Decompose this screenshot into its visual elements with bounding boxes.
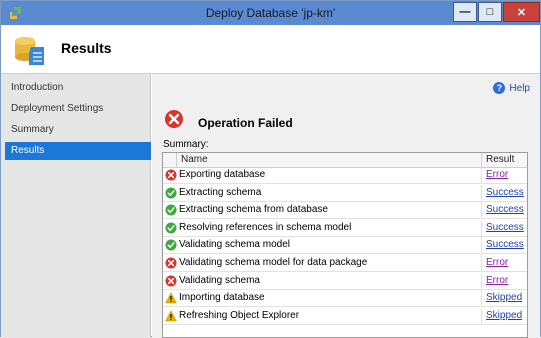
- deploy-database-window: Deploy Database 'jp-km' — □ ✕ Results In…: [0, 0, 541, 338]
- row-name: Extracting schema: [179, 186, 262, 198]
- table-row[interactable]: Validating schema model for data package…: [163, 255, 527, 272]
- result-link[interactable]: Error: [481, 167, 527, 183]
- row-name: Validating schema model: [179, 239, 290, 251]
- row-name: Refreshing Object Explorer: [179, 309, 300, 321]
- table-row[interactable]: Extracting schema Success: [163, 184, 527, 202]
- help-link[interactable]: ? Help: [493, 82, 530, 94]
- error-icon: [165, 275, 177, 287]
- row-name: Exporting database: [179, 169, 266, 180]
- warning-icon: [165, 292, 177, 304]
- row-name: Resolving references in schema model: [179, 221, 352, 233]
- page-title: Results: [61, 40, 112, 56]
- row-name: Extracting schema from database: [179, 204, 328, 216]
- error-icon: [165, 110, 183, 128]
- column-header-result[interactable]: Result: [481, 153, 527, 167]
- sidebar-item-introduction[interactable]: Introduction: [5, 79, 151, 97]
- minimize-button[interactable]: —: [453, 2, 477, 22]
- result-link[interactable]: Skipped: [481, 307, 527, 324]
- row-name: Validating schema: [179, 274, 260, 286]
- success-check-icon: [165, 239, 177, 251]
- page-header: Results: [1, 25, 540, 74]
- table-row[interactable]: Validating schema model Success: [163, 237, 527, 255]
- success-check-icon: [165, 187, 177, 199]
- column-header-name[interactable]: Name: [181, 153, 208, 167]
- close-button[interactable]: ✕: [503, 2, 540, 22]
- result-link[interactable]: Error: [481, 255, 527, 271]
- success-check-icon: [165, 222, 177, 234]
- warning-icon: [165, 310, 177, 322]
- result-link[interactable]: Success: [481, 184, 527, 201]
- result-link[interactable]: Success: [481, 237, 527, 254]
- results-table: Name Result Exporting database Error Extra…: [162, 152, 528, 338]
- table-row[interactable]: Validating schema Error: [163, 272, 527, 290]
- table-row[interactable]: Resolving references in schema model Succ…: [163, 219, 527, 237]
- sidebar: Introduction Deployment Settings Summary…: [1, 74, 151, 338]
- title-bar[interactable]: Deploy Database 'jp-km' — □ ✕: [1, 1, 540, 25]
- sidebar-item-results[interactable]: Results: [5, 142, 151, 160]
- row-selector-header: [163, 153, 177, 167]
- help-icon: ?: [493, 82, 506, 94]
- row-name: Importing database: [179, 292, 265, 304]
- database-deploy-icon: [15, 37, 44, 65]
- success-check-icon: [165, 204, 177, 216]
- maximize-button[interactable]: □: [478, 2, 502, 22]
- help-label: Help: [509, 82, 530, 94]
- table-row[interactable]: Importing database Skipped: [163, 290, 527, 308]
- error-icon: [165, 169, 177, 181]
- summary-label: Summary:: [163, 139, 209, 150]
- sidebar-item-deployment-settings[interactable]: Deployment Settings: [5, 100, 151, 118]
- sidebar-item-summary[interactable]: Summary: [5, 121, 151, 139]
- error-icon: [165, 257, 177, 269]
- table-row[interactable]: Refreshing Object Explorer Skipped: [163, 307, 527, 325]
- result-link[interactable]: Success: [481, 219, 527, 236]
- table-row[interactable]: Exporting database Error: [163, 167, 527, 184]
- result-link[interactable]: Success: [481, 202, 527, 219]
- result-link[interactable]: Error: [481, 272, 527, 289]
- result-link[interactable]: Skipped: [481, 290, 527, 307]
- table-row[interactable]: Extracting schema from database Success: [163, 202, 527, 220]
- results-pane: ? Help Operation Failed Summary: Name Re…: [152, 74, 540, 338]
- row-name: Validating schema model for data package: [179, 257, 368, 268]
- operation-status: Operation Failed: [198, 116, 293, 130]
- table-header: Name Result: [163, 153, 527, 168]
